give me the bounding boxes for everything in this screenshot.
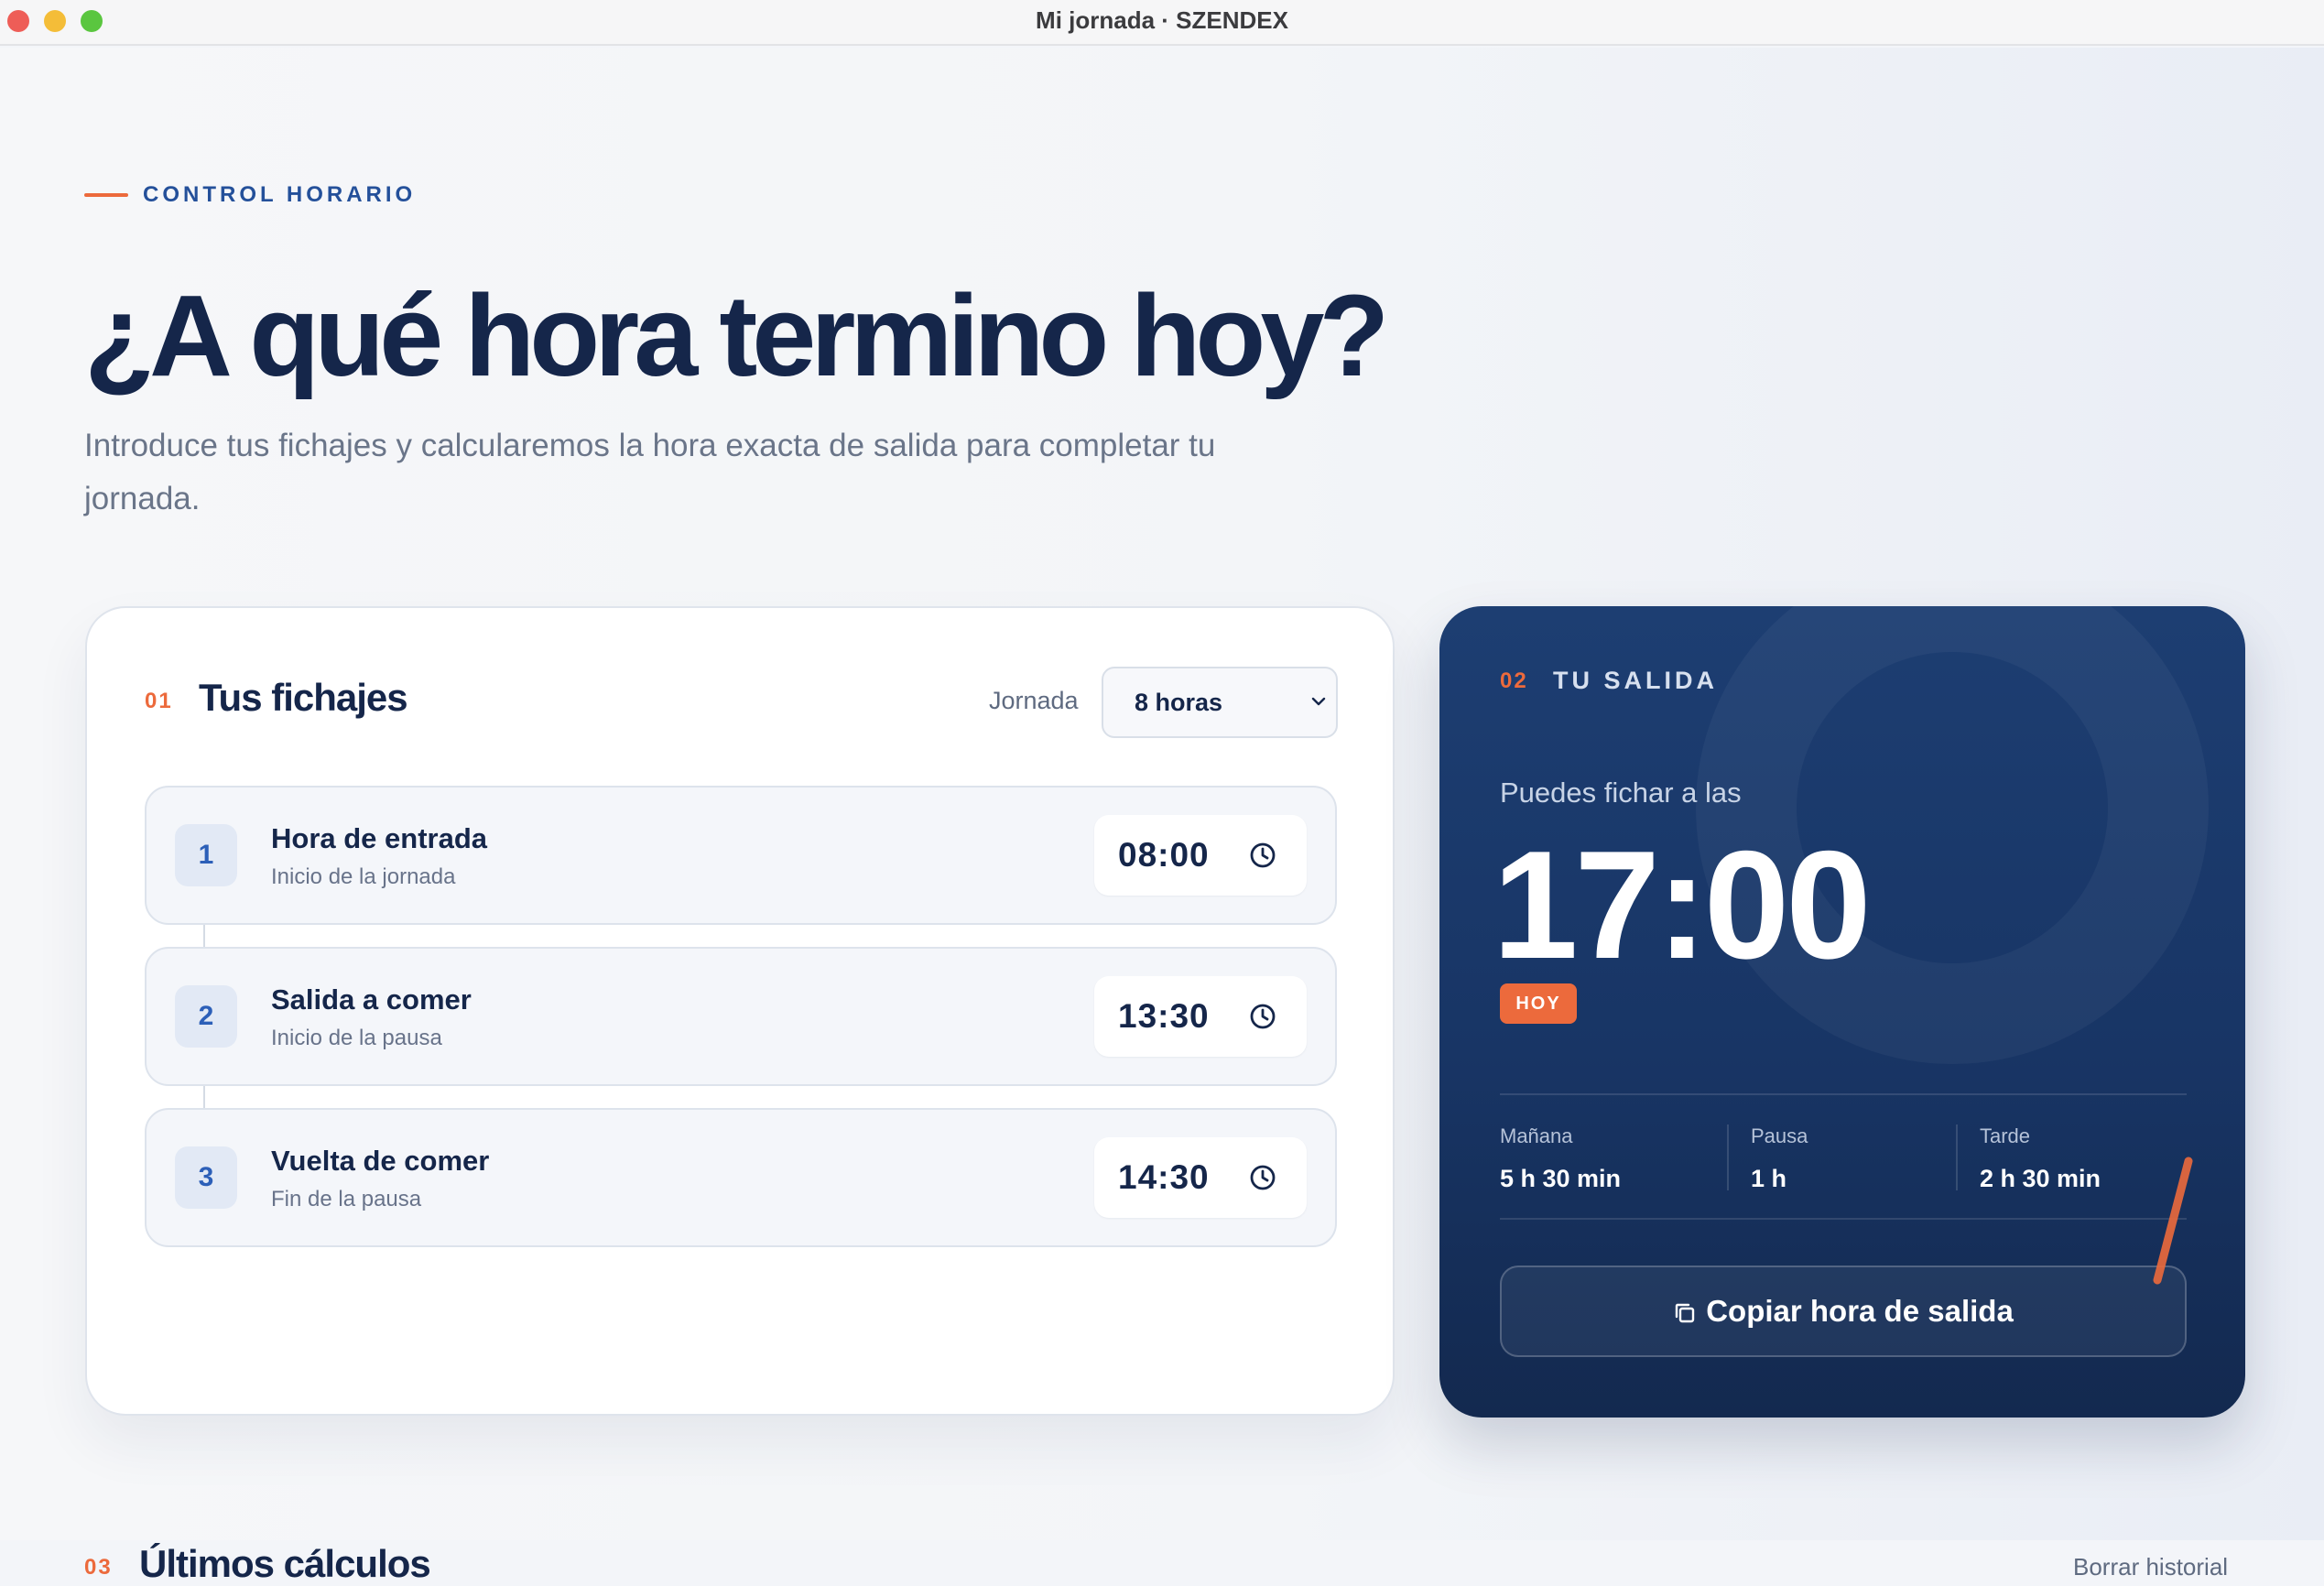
- eyebrow-accent-line: [84, 193, 128, 197]
- jornada-selected-value: 8 horas: [1135, 689, 1223, 716]
- stat-pausa: Pausa 1 h: [1751, 1124, 1808, 1193]
- page-subtitle: Introduce tus fichajes y calcularemos la…: [84, 428, 1216, 516]
- page-title: ¿A qué hora termino hoy?: [84, 271, 1389, 400]
- row-number: 2: [175, 985, 237, 1048]
- row-title: Hora de entrada: [271, 822, 488, 854]
- stat-manana: Mañana 5 h 30 min: [1500, 1124, 1621, 1193]
- time-input-value: 13:30: [1118, 997, 1210, 1035]
- window-titlebar: Mi jornada · SZENDEX: [0, 0, 2324, 46]
- salida-lead: Puedes fichar a las: [1500, 777, 1742, 809]
- chevron-down-icon: [1311, 697, 1326, 706]
- time-input-entrada[interactable]: 08:00: [1094, 815, 1307, 896]
- window-title: Mi jornada · SZENDEX: [1036, 6, 1288, 34]
- fichaje-row-salida-comer: 2 Salida a comer Inicio de la pausa 13:3…: [145, 947, 1337, 1086]
- copy-exit-time-button[interactable]: Copiar hora de salida: [1500, 1266, 2187, 1357]
- historial-section-number: 03: [84, 1555, 113, 1580]
- row-subtitle: Inicio de la jornada: [271, 864, 456, 889]
- hero-eyebrow: CONTROL HORARIO: [84, 181, 416, 209]
- salida-title: TU SALIDA: [1553, 667, 1718, 694]
- fichaje-row-vuelta-comer: 3 Vuelta de comer Fin de la pausa 14:30: [145, 1108, 1337, 1247]
- decorative-brush-stroke: [2153, 1157, 2193, 1285]
- time-input-salida-comer[interactable]: 13:30: [1094, 976, 1307, 1057]
- copy-icon: [1676, 1303, 1695, 1323]
- fichajes-title: Tus fichajes: [199, 676, 408, 719]
- clock-icon[interactable]: [1248, 841, 1277, 870]
- row-number: 3: [175, 1146, 237, 1209]
- fichajes-section-number: 01: [145, 689, 173, 713]
- time-input-value: 14:30: [1118, 1158, 1210, 1196]
- stat-divider: [1727, 1124, 1729, 1190]
- row-title: Vuelta de comer: [271, 1145, 490, 1177]
- stat-label: Mañana: [1500, 1124, 1573, 1147]
- today-badge: HOY: [1500, 983, 1577, 1024]
- clock-icon[interactable]: [1248, 1002, 1277, 1031]
- time-input-value: 08:00: [1118, 836, 1210, 874]
- historial-title: Últimos cálculos: [139, 1542, 431, 1585]
- stat-value: 2 h 30 min: [1980, 1165, 2101, 1192]
- jornada-label: Jornada: [989, 687, 1079, 714]
- divider: [1500, 1093, 2187, 1095]
- salida-section-number: 02: [1500, 668, 1528, 693]
- stat-label: Tarde: [1980, 1124, 2031, 1147]
- fichajes-card: 01 Tus fichajes Jornada 8 horas 1 Hora d…: [85, 606, 1395, 1416]
- stat-tarde: Tarde 2 h 30 min: [1980, 1124, 2101, 1193]
- stat-value: 1 h: [1751, 1165, 1787, 1192]
- time-input-vuelta-comer[interactable]: 14:30: [1094, 1137, 1307, 1218]
- stat-label: Pausa: [1751, 1124, 1808, 1147]
- stat-divider: [1956, 1124, 1958, 1190]
- row-subtitle: Inicio de la pausa: [271, 1026, 442, 1050]
- divider: [1500, 1218, 2187, 1220]
- row-title: Salida a comer: [271, 983, 472, 1016]
- salida-panel: 02 TU SALIDA Puedes fichar a las 17:00 H…: [1439, 606, 2245, 1418]
- eyebrow-label: CONTROL HORARIO: [143, 182, 417, 207]
- fichaje-row-entrada: 1 Hora de entrada Inicio de la jornada 0…: [145, 786, 1337, 925]
- jornada-select[interactable]: 8 horas: [1102, 667, 1338, 738]
- row-subtitle: Fin de la pausa: [271, 1187, 422, 1211]
- stat-value: 5 h 30 min: [1500, 1165, 1622, 1192]
- page: CONTROL HORARIO ¿A qué hora termino hoy?…: [0, 48, 2324, 1585]
- copy-button-label: Copiar hora de salida: [1706, 1294, 2014, 1328]
- row-number: 1: [175, 824, 237, 886]
- clear-history-link[interactable]: Borrar historial: [2073, 1553, 2228, 1581]
- exit-time: 17:00: [1493, 819, 1872, 991]
- clock-icon[interactable]: [1248, 1163, 1277, 1192]
